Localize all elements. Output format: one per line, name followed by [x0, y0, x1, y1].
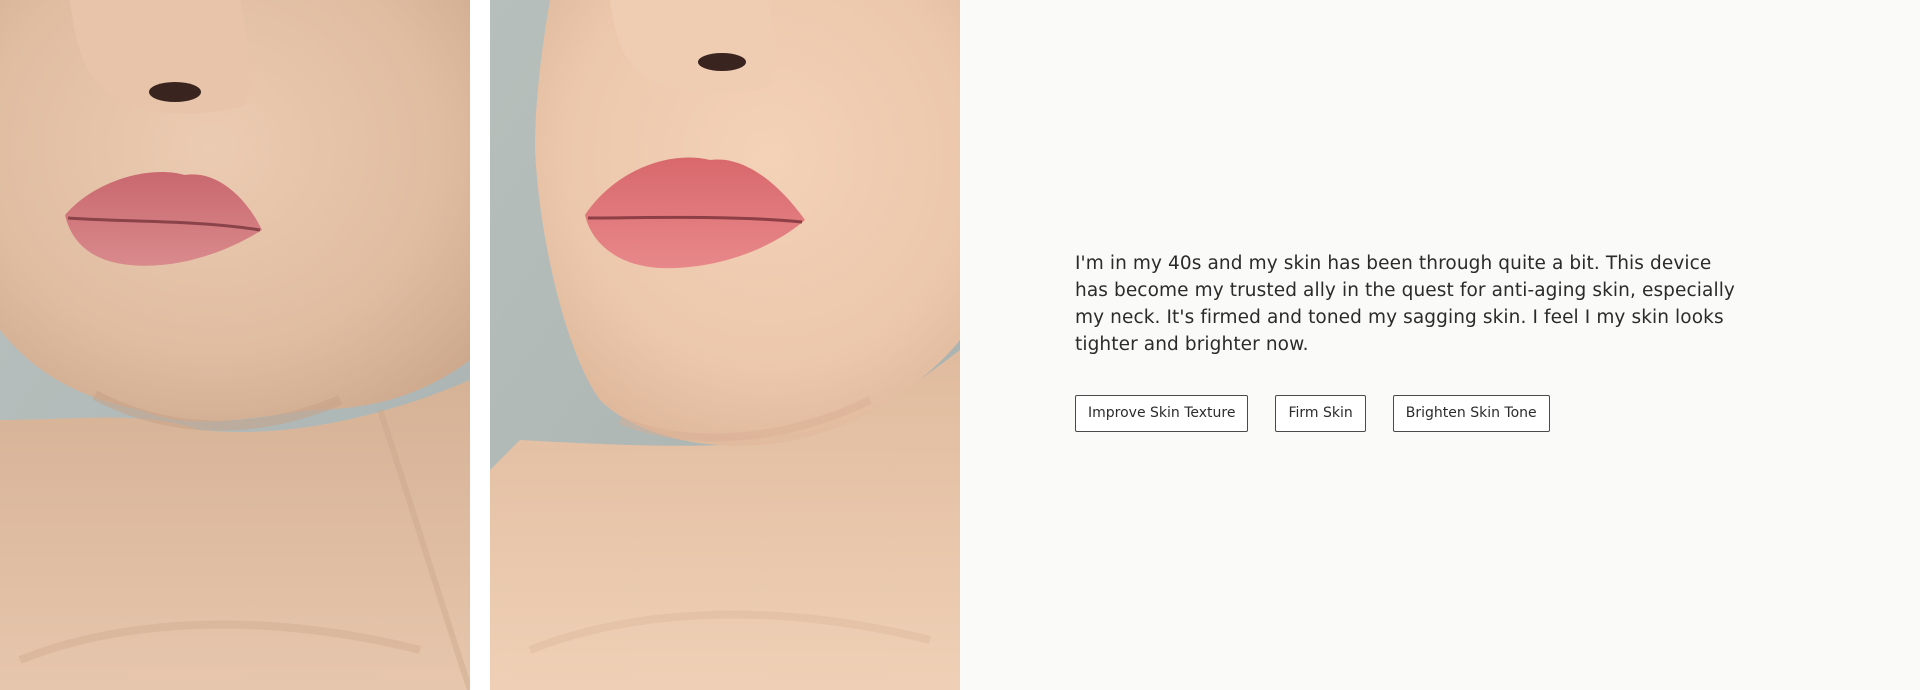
testimonial-text: I'm in my 40s and my skin has been throu… [1075, 253, 1735, 355]
after-photo [490, 0, 960, 690]
after-photo-image [490, 0, 960, 690]
tag-improve-skin-texture[interactable]: Improve Skin Texture [1075, 395, 1249, 432]
before-photo [0, 0, 470, 690]
before-photo-image [0, 0, 470, 690]
benefit-tags: Improve Skin Texture Firm Skin Brighten … [1075, 395, 1735, 432]
tag-brighten-skin-tone[interactable]: Brighten Skin Tone [1392, 395, 1550, 432]
photo-divider [470, 0, 490, 690]
tag-firm-skin[interactable]: Firm Skin [1275, 395, 1366, 432]
testimonial-content: I'm in my 40s and my skin has been throu… [1075, 250, 1735, 432]
testimonial-section: I'm in my 40s and my skin has been throu… [0, 0, 1920, 690]
